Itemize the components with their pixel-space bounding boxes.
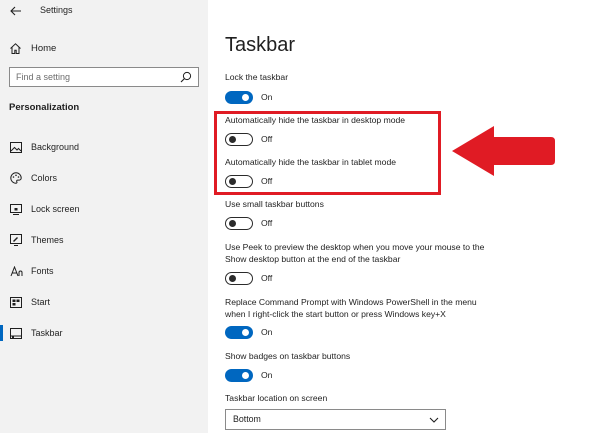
sidebar-item-taskbar[interactable]: Taskbar — [0, 322, 208, 344]
font-icon — [9, 264, 23, 278]
taskbar-location-dropdown[interactable]: Bottom — [225, 409, 446, 430]
sidebar-item-background[interactable]: Background — [0, 136, 208, 158]
section-title: Personalization — [9, 102, 80, 113]
start-grid-icon — [9, 295, 23, 309]
red-arrow-icon — [452, 126, 555, 176]
toggle-knob — [242, 372, 249, 379]
sidebar-item-label: Taskbar — [31, 328, 63, 338]
peek-toggle[interactable] — [225, 272, 253, 285]
setting-label-small-buttons: Use small taskbar buttons — [225, 199, 324, 209]
toggle-state-text: On — [261, 327, 273, 337]
toggle-state-text: On — [261, 370, 273, 380]
page-title: Taskbar — [225, 34, 296, 56]
toggle-knob — [242, 94, 249, 101]
highlight-box — [214, 111, 441, 195]
setting-label-badges: Show badges on taskbar buttons — [225, 351, 351, 361]
setting-label-lock-taskbar: Lock the taskbar — [225, 72, 289, 82]
setting-label-line: when I right-click the start button or p… — [225, 309, 446, 319]
sidebar-item-label: Themes — [31, 235, 64, 245]
toggle-state-text: Off — [261, 218, 273, 228]
main-panel: Taskbar Lock the taskbar On Automaticall… — [208, 0, 600, 433]
back-button[interactable] — [8, 3, 24, 19]
taskbar-icon — [9, 326, 23, 340]
setting-label-line: Use Peek to preview the desktop when you… — [225, 242, 485, 252]
toggle-state-text: Off — [261, 273, 273, 283]
sidebar-item-label: Colors — [31, 173, 58, 183]
setting-label-peek: Use Peek to preview the desktop when you… — [225, 241, 515, 265]
lock-taskbar-toggle[interactable] — [225, 91, 253, 104]
setting-label-powershell: Replace Command Prompt with Windows Powe… — [225, 296, 515, 320]
sidebar-item-colors[interactable]: Colors — [0, 167, 208, 189]
chevron-down-icon — [429, 417, 439, 423]
app-title: Settings — [40, 5, 73, 15]
toggle-knob — [229, 274, 236, 282]
title-bar: Settings — [0, 0, 208, 24]
sidebar-item-label: Start — [31, 297, 51, 307]
sidebar-item-start[interactable]: Start — [0, 291, 208, 313]
setting-label-line: Replace Command Prompt with Windows Powe… — [225, 297, 477, 307]
sidebar-item-fonts[interactable]: Fonts — [0, 260, 208, 282]
small-buttons-toggle[interactable] — [225, 217, 253, 230]
picture-icon — [9, 140, 23, 154]
palette-icon — [9, 171, 23, 185]
setting-label-line: Show desktop button at the end of the ta… — [225, 254, 401, 264]
sidebar-item-themes[interactable]: Themes — [0, 229, 208, 251]
toggle-state-text: On — [261, 92, 273, 102]
home-icon — [8, 41, 22, 55]
powershell-toggle[interactable] — [225, 326, 253, 339]
sidebar-item-label: Fonts — [31, 266, 54, 276]
monitor-lock-icon — [9, 202, 23, 216]
back-arrow-icon — [10, 6, 21, 16]
dropdown-value: Bottom — [233, 414, 261, 424]
sidebar: Settings Home Personalization Background… — [0, 0, 208, 433]
search-input[interactable] — [16, 70, 171, 84]
setting-label-location: Taskbar location on screen — [225, 393, 328, 403]
toggle-knob — [242, 329, 249, 336]
toggle-knob — [229, 219, 236, 227]
brush-icon — [9, 233, 23, 247]
search-icon[interactable] — [180, 71, 192, 83]
badges-toggle[interactable] — [225, 369, 253, 382]
search-box[interactable] — [9, 67, 199, 87]
sidebar-item-label: Background — [31, 142, 80, 152]
home-label: Home — [31, 42, 57, 54]
home-nav-item[interactable]: Home — [8, 39, 198, 57]
sidebar-item-label: Lock screen — [31, 204, 80, 214]
sidebar-item-lock-screen[interactable]: Lock screen — [0, 198, 208, 220]
